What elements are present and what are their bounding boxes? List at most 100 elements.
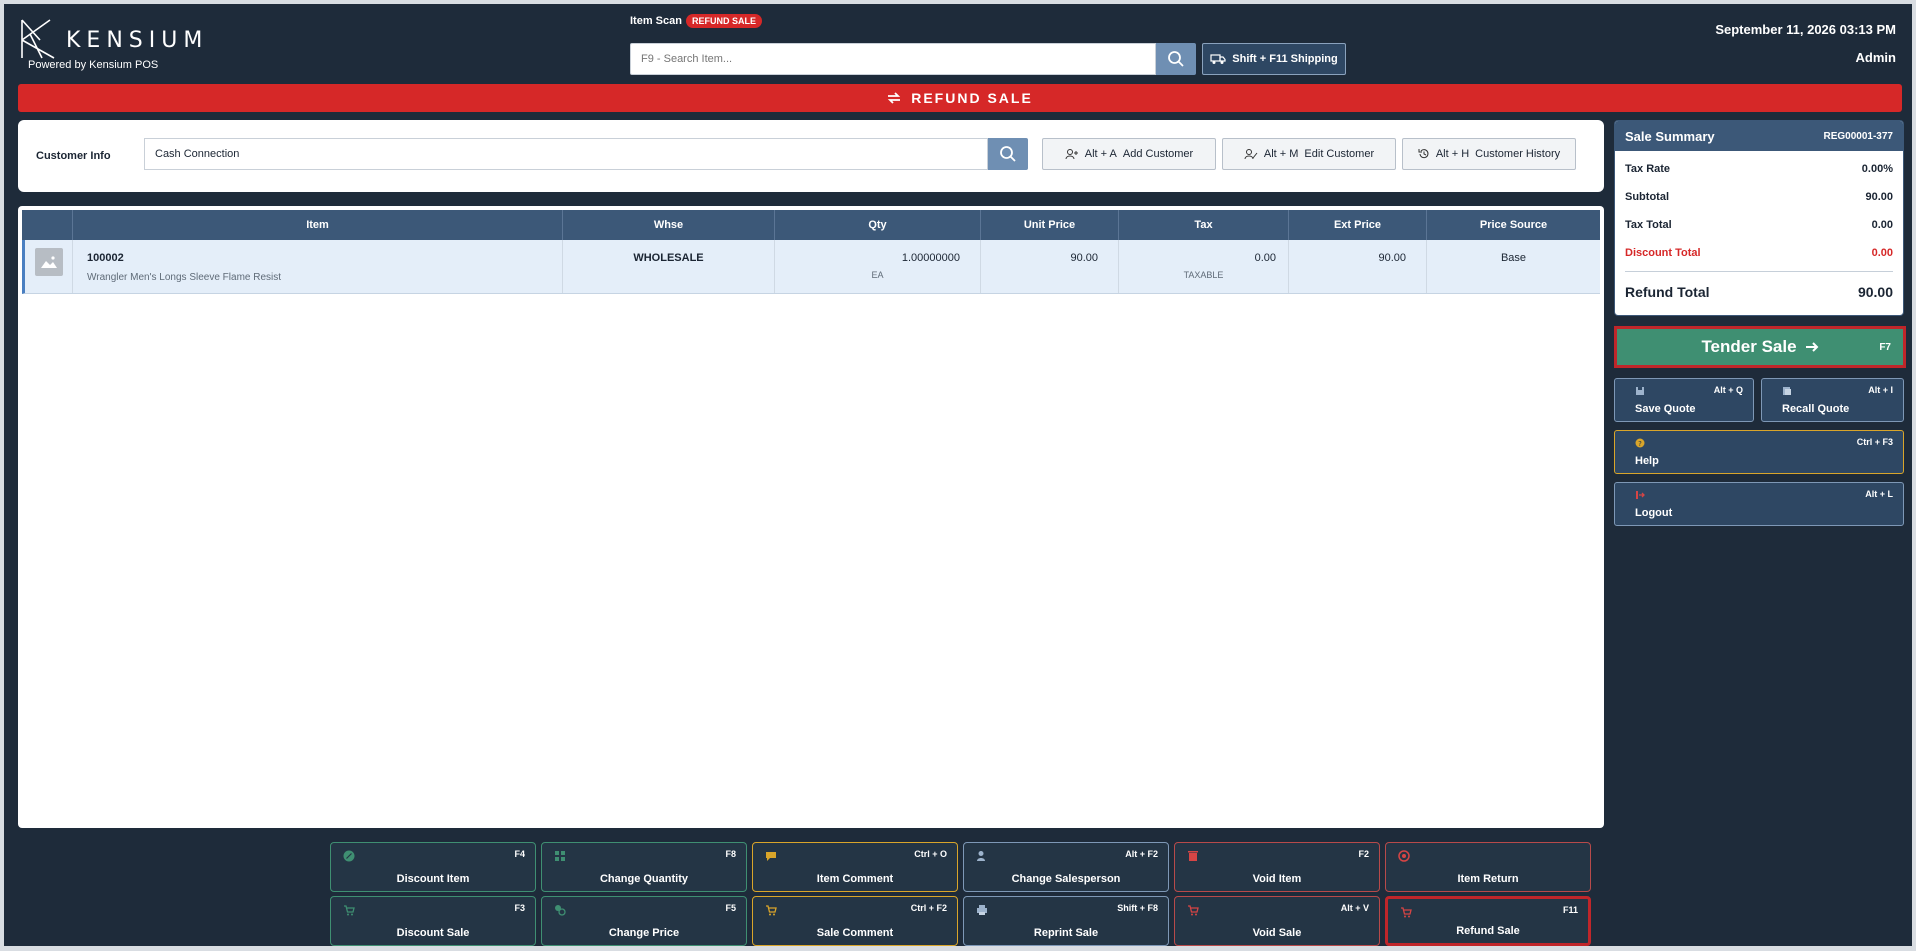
item-search-button[interactable] (1156, 43, 1196, 75)
sale-comment-button[interactable]: Ctrl + F2 Sale Comment (752, 896, 958, 946)
customer-search-button[interactable] (988, 138, 1028, 170)
tender-sale-label: Tender Sale (1701, 337, 1797, 356)
refund-mode-badge: REFUND SALE (685, 14, 762, 28)
customer-search (144, 138, 1028, 170)
tax-total-label: Tax Total (1625, 219, 1672, 231)
column-whse: Whse (562, 210, 774, 240)
void-sale-key: Alt + V (1340, 903, 1369, 913)
discount-total-label: Discount Total (1625, 247, 1701, 259)
subtotal-row: Subtotal 90.00 (1615, 183, 1903, 211)
item-cell: 100002 Wrangler Men's Longs Sleeve Flame… (72, 240, 562, 293)
refund-total-label: Refund Total (1625, 284, 1710, 300)
unit-price-value: 90.00 (1070, 252, 1098, 264)
whse-value: WHOLESALE (633, 252, 704, 264)
pos-window: KENSIUM Powered by Kensium POS Item Scan… (4, 4, 1912, 946)
help-button[interactable]: ? Ctrl + F3 Help (1614, 430, 1904, 474)
add-customer-button[interactable]: Alt + A Add Customer (1042, 138, 1216, 170)
help-icon: ? (1635, 438, 1645, 448)
kensium-k-icon (21, 19, 55, 59)
discount-total-row: Discount Total 0.00 (1615, 239, 1903, 267)
price-icon (555, 905, 566, 916)
discount-sale-button[interactable]: F3 Discount Sale (330, 896, 536, 946)
void-item-key: F2 (1358, 849, 1369, 859)
item-return-button[interactable]: Item Return (1385, 842, 1591, 892)
discount-item-button[interactable]: F4 Discount Item (330, 842, 536, 892)
reprint-sale-button[interactable]: Shift + F8 Reprint Sale (963, 896, 1169, 946)
column-item: Item (72, 210, 562, 240)
tender-sale-button[interactable]: Tender Sale F7 (1614, 326, 1906, 368)
change-quantity-button[interactable]: F8 Change Quantity (541, 842, 747, 892)
customer-history-button[interactable]: Alt + H Customer History (1402, 138, 1576, 170)
search-icon (1000, 146, 1016, 162)
customer-history-label: Customer History (1475, 148, 1561, 160)
subtotal-label: Subtotal (1625, 191, 1669, 203)
subtotal-value: 90.00 (1865, 191, 1893, 203)
column-tax: Tax (1118, 210, 1288, 240)
cart-discount-icon (344, 905, 355, 916)
column-price-source: Price Source (1426, 210, 1600, 240)
change-price-button[interactable]: F5 Change Price (541, 896, 747, 946)
return-icon (1398, 850, 1410, 862)
edit-customer-label: Edit Customer (1304, 148, 1375, 160)
item-return-label: Item Return (1457, 873, 1519, 885)
item-comment-label: Item Comment (816, 873, 894, 885)
item-comment-button[interactable]: Ctrl + O Item Comment (752, 842, 958, 892)
uom-value: EA (871, 270, 884, 280)
refund-sale-key: F11 (1562, 905, 1578, 915)
reprint-sale-key: Shift + F8 (1117, 903, 1158, 913)
shipping-button[interactable]: Shift + F11 Shipping (1202, 43, 1346, 75)
customer-input[interactable] (144, 138, 988, 170)
discount-item-key: F4 (514, 849, 525, 859)
refund-total-row: Refund Total 90.00 (1615, 276, 1903, 308)
column-qty: Qty (774, 210, 980, 240)
qty-value: 1.00000000 (901, 252, 960, 264)
sale-comment-label: Sale Comment (816, 927, 894, 939)
column-image (22, 210, 72, 240)
refund-banner-text: REFUND SALE (911, 90, 1033, 106)
help-label: Help (1635, 455, 1659, 467)
sale-summary-title: Sale Summary (1625, 128, 1715, 144)
tax-rate-label: Tax Rate (1625, 163, 1671, 175)
item-number: 100002 (87, 252, 124, 264)
item-search (630, 43, 1196, 75)
change-salesperson-button[interactable]: Alt + F2 Change Salesperson (963, 842, 1169, 892)
image-placeholder-icon (35, 248, 63, 276)
item-search-input[interactable] (630, 43, 1156, 75)
tax-rate-value: 0.00% (1861, 163, 1893, 175)
item-scan-label: Item Scan REFUND SALE (630, 14, 762, 28)
add-customer-key: Alt + A (1084, 148, 1117, 160)
tax-total-value: 0.00 (1871, 219, 1893, 231)
customer-info-panel: Customer Info Alt + A Add Customer Alt +… (18, 120, 1604, 192)
void-sale-button[interactable]: Alt + V Void Sale (1174, 896, 1380, 946)
ext-price-value: 90.00 (1378, 252, 1406, 264)
tax-total-row: Tax Total 0.00 (1615, 211, 1903, 239)
column-ext-price: Ext Price (1288, 210, 1426, 240)
unit-price-cell: 90.00 (980, 240, 1118, 293)
column-unit-price: Unit Price (980, 210, 1118, 240)
refund-sale-button[interactable]: F11 Refund Sale (1385, 896, 1591, 946)
quantity-icon (555, 851, 565, 861)
tax-status: TAXABLE (1183, 270, 1224, 280)
arrow-right-icon (1805, 342, 1818, 352)
add-user-icon (1065, 149, 1078, 160)
qty-cell: 1.00000000 EA (774, 240, 980, 293)
save-quote-button[interactable]: Alt + Q Save Quote (1614, 378, 1754, 422)
recall-quote-button[interactable]: Alt + I Recall Quote (1761, 378, 1904, 422)
powered-by: Powered by Kensium POS (28, 59, 159, 71)
refund-total-value: 90.00 (1857, 284, 1893, 300)
change-quantity-key: F8 (725, 849, 736, 859)
discount-item-label: Discount Item (396, 873, 470, 885)
edit-customer-button[interactable]: Alt + M Edit Customer (1222, 138, 1396, 170)
edit-user-icon (1244, 149, 1258, 160)
refund-sale-banner: REFUND SALE (18, 84, 1902, 112)
discount-total-value: 0.00 (1871, 247, 1893, 259)
table-row[interactable]: 100002 Wrangler Men's Longs Sleeve Flame… (22, 240, 1600, 294)
change-quantity-label: Change Quantity (599, 873, 688, 885)
item-image-cell (25, 240, 72, 293)
void-item-button[interactable]: F2 Void Item (1174, 842, 1380, 892)
logout-key: Alt + L (1865, 489, 1893, 499)
item-grid: Item Whse Qty Unit Price Tax Ext Price P… (18, 206, 1604, 828)
logout-button[interactable]: Alt + L Logout (1614, 482, 1904, 526)
price-source-value: Base (1500, 252, 1527, 264)
tender-sale-key: F7 (1879, 341, 1891, 353)
